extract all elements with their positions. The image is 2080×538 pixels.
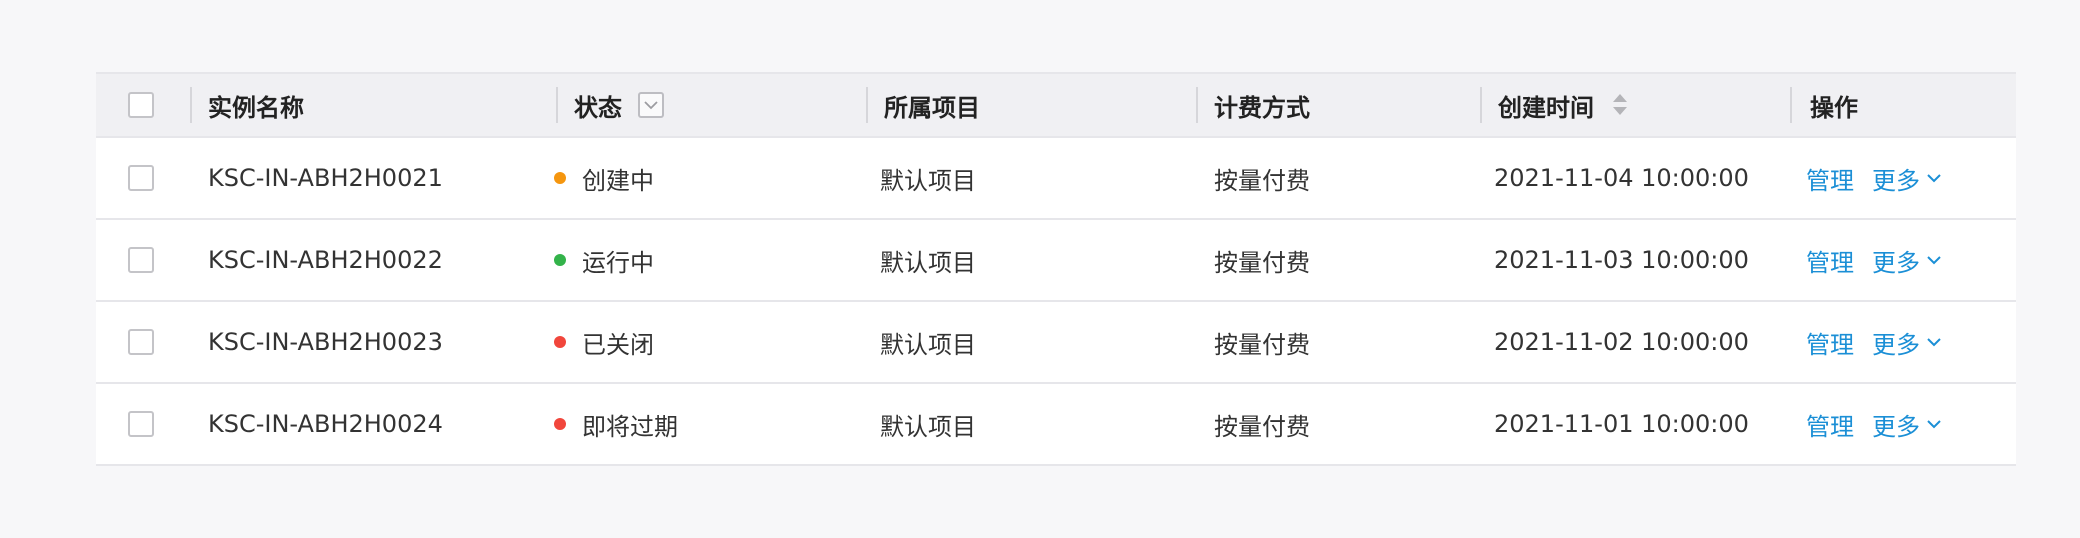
actions-cell: 管理 更多 (1806, 138, 1942, 218)
sort-icon[interactable] (1612, 91, 1628, 119)
table-row: KSC-IN-ABH2H0022 运行中 默认项目 按量付费 2021-11-0… (96, 220, 2016, 302)
status-text: 即将过期 (582, 412, 678, 441)
more-label: 更多 (1872, 166, 1920, 195)
chevron-down-icon (1927, 420, 1941, 429)
select-all-checkbox[interactable] (128, 92, 154, 118)
status-cell: 即将过期 (554, 384, 678, 464)
table-row: KSC-IN-ABH2H0021 创建中 默认项目 按量付费 2021-11-0… (96, 138, 2016, 220)
billing-type: 按量付费 (1214, 248, 1310, 277)
manage-link[interactable]: 管理 (1806, 407, 1854, 442)
table-header: 实例名称 状态 所属项目 计费方式 创建时间 操作 (96, 72, 2016, 138)
more-label: 更多 (1872, 330, 1920, 359)
column-header-actions: 操作 (1810, 74, 1858, 136)
actions-cell: 管理 更多 (1806, 384, 1942, 464)
table-row: KSC-IN-ABH2H0023 已关闭 默认项目 按量付费 2021-11-0… (96, 302, 2016, 384)
select-all-cell (128, 74, 154, 136)
column-header-status-label: 状态 (574, 93, 622, 122)
column-separator[interactable] (190, 87, 192, 123)
more-dropdown[interactable]: 更多 (1872, 407, 1942, 442)
column-header-project-label: 所属项目 (884, 93, 980, 122)
manage-link[interactable]: 管理 (1806, 243, 1854, 278)
instance-name: KSC-IN-ABH2H0023 (208, 328, 443, 356)
created-time: 2021-11-04 10:00:00 (1494, 164, 1749, 192)
column-header-created[interactable]: 创建时间 (1498, 74, 1628, 136)
project-name: 默认项目 (880, 412, 976, 441)
column-header-created-label: 创建时间 (1498, 93, 1594, 122)
status-text: 创建中 (582, 166, 654, 195)
actions-cell: 管理 更多 (1806, 220, 1942, 300)
status-dot-icon (554, 172, 566, 184)
status-text: 运行中 (582, 248, 654, 277)
row-select-cell (128, 138, 154, 218)
row-checkbox[interactable] (128, 329, 154, 355)
row-checkbox[interactable] (128, 411, 154, 437)
project-name: 默认项目 (880, 166, 976, 195)
sort-ascending-icon (1613, 94, 1627, 102)
chevron-down-icon (1927, 338, 1941, 347)
status-dot-icon (554, 336, 566, 348)
instance-name: KSC-IN-ABH2H0024 (208, 410, 443, 438)
row-select-cell (128, 302, 154, 382)
column-separator[interactable] (1790, 87, 1792, 123)
column-separator[interactable] (866, 87, 868, 123)
instance-table: 实例名称 状态 所属项目 计费方式 创建时间 操作 KSC-IN-ABH2H00… (96, 72, 2016, 466)
column-header-name: 实例名称 (208, 74, 304, 136)
more-dropdown[interactable]: 更多 (1872, 325, 1942, 360)
billing-type: 按量付费 (1214, 166, 1310, 195)
column-separator[interactable] (556, 87, 558, 123)
column-header-actions-label: 操作 (1810, 93, 1858, 122)
column-header-name-label: 实例名称 (208, 93, 304, 122)
project-name: 默认项目 (880, 330, 976, 359)
column-header-status: 状态 (574, 74, 664, 136)
actions-cell: 管理 更多 (1806, 302, 1942, 382)
more-label: 更多 (1872, 248, 1920, 277)
manage-link[interactable]: 管理 (1806, 161, 1854, 196)
row-select-cell (128, 384, 154, 464)
chevron-down-icon (1927, 256, 1941, 265)
project-name: 默认项目 (880, 248, 976, 277)
status-cell: 已关闭 (554, 302, 654, 382)
status-dot-icon (554, 418, 566, 430)
sort-descending-icon (1613, 107, 1627, 115)
filter-dropdown-icon (644, 101, 658, 110)
more-dropdown[interactable]: 更多 (1872, 243, 1942, 278)
status-filter-button[interactable] (638, 92, 664, 118)
status-cell: 创建中 (554, 138, 654, 218)
billing-type: 按量付费 (1214, 330, 1310, 359)
column-separator[interactable] (1480, 87, 1482, 123)
row-checkbox[interactable] (128, 247, 154, 273)
status-text: 已关闭 (582, 330, 654, 359)
manage-link[interactable]: 管理 (1806, 325, 1854, 360)
instance-name: KSC-IN-ABH2H0022 (208, 246, 443, 274)
column-header-billing: 计费方式 (1214, 74, 1310, 136)
created-time: 2021-11-01 10:00:00 (1494, 410, 1749, 438)
status-cell: 运行中 (554, 220, 654, 300)
more-label: 更多 (1872, 412, 1920, 441)
row-checkbox[interactable] (128, 165, 154, 191)
column-header-billing-label: 计费方式 (1214, 93, 1310, 122)
created-time: 2021-11-02 10:00:00 (1494, 328, 1749, 356)
status-dot-icon (554, 254, 566, 266)
billing-type: 按量付费 (1214, 412, 1310, 441)
column-separator[interactable] (1196, 87, 1198, 123)
more-dropdown[interactable]: 更多 (1872, 161, 1942, 196)
table-row: KSC-IN-ABH2H0024 即将过期 默认项目 按量付费 2021-11-… (96, 384, 2016, 466)
chevron-down-icon (1927, 174, 1941, 183)
created-time: 2021-11-03 10:00:00 (1494, 246, 1749, 274)
row-select-cell (128, 220, 154, 300)
column-header-project: 所属项目 (884, 74, 980, 136)
instance-name: KSC-IN-ABH2H0021 (208, 164, 443, 192)
